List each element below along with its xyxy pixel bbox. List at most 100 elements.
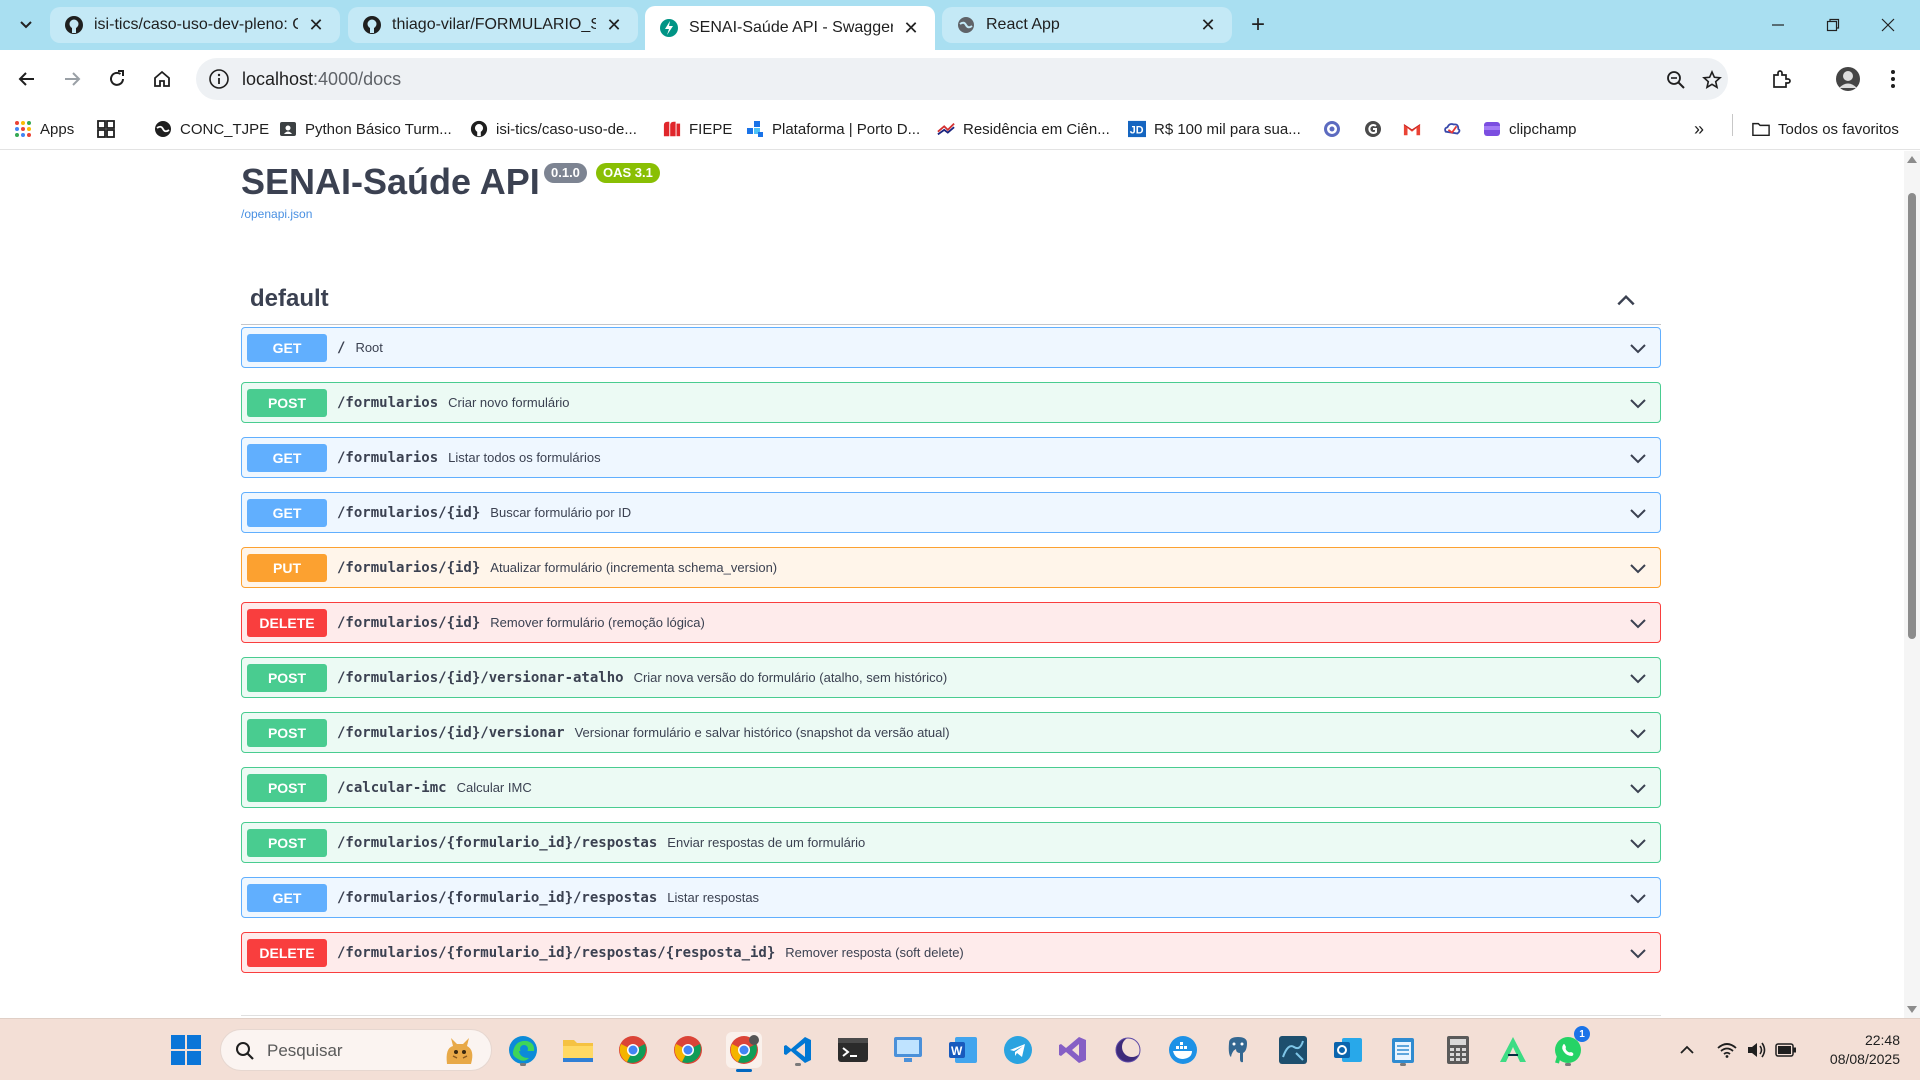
file-explorer-app[interactable] (560, 1032, 596, 1068)
battery-status[interactable] (1775, 1039, 1797, 1061)
chevron-down-icon[interactable] (1628, 393, 1648, 413)
chrome-app-2[interactable] (670, 1032, 706, 1068)
zoom-icon[interactable] (1664, 68, 1688, 92)
outlook-app[interactable] (1330, 1032, 1366, 1068)
openapi-spec-link[interactable]: /openapi.json (241, 207, 312, 221)
operation-get-formulario-by-id[interactable]: GET /formularios/{id} Buscar formulário … (241, 492, 1661, 533)
operation-post-respostas[interactable]: POST /formularios/{formulario_id}/respos… (241, 822, 1661, 863)
chevron-down-icon[interactable] (1628, 723, 1648, 743)
start-button[interactable] (170, 1034, 202, 1066)
chevron-down-icon[interactable] (1628, 778, 1648, 798)
visual-studio-app[interactable] (1055, 1032, 1091, 1068)
edge-app[interactable] (505, 1032, 541, 1068)
chrome-app-1[interactable] (615, 1032, 651, 1068)
back-button[interactable] (12, 64, 42, 94)
bookmark-tab-groups[interactable] (97, 117, 123, 141)
docker-app[interactable] (1165, 1032, 1201, 1068)
chevron-down-icon[interactable] (1628, 558, 1648, 578)
bookmark-conc-tjpe[interactable]: CONC_TJPE (154, 117, 269, 141)
close-icon[interactable]: ✕ (1198, 15, 1218, 35)
bookmark-settings-badge[interactable] (1323, 117, 1349, 141)
bookmark-grammarly[interactable] (1364, 117, 1390, 141)
wifi-status[interactable] (1716, 1039, 1738, 1061)
chevron-down-icon[interactable] (1628, 503, 1648, 523)
chevron-down-icon[interactable] (1628, 668, 1648, 688)
chevron-down-icon[interactable] (1628, 338, 1648, 358)
bookmark-clipchamp[interactable]: clipchamp (1483, 117, 1577, 141)
chevron-down-icon[interactable] (1628, 448, 1648, 468)
close-icon[interactable]: ✕ (901, 18, 921, 38)
operation-post-versionar-atalho[interactable]: POST /formularios/{id}/versionar-atalho … (241, 657, 1661, 698)
chevron-down-icon (20, 21, 32, 29)
terminal-app[interactable] (835, 1032, 871, 1068)
tab-0[interactable]: isi-tics/caso-uso-dev-pleno: Ca ✕ (50, 7, 340, 43)
close-icon[interactable]: ✕ (604, 15, 624, 35)
operation-post-versionar[interactable]: POST /formularios/{id}/versionar Version… (241, 712, 1661, 753)
chevron-down-icon[interactable] (1628, 613, 1648, 633)
profile-button[interactable] (1833, 64, 1863, 94)
operation-delete-formulario[interactable]: DELETE /formularios/{id} Remover formulá… (241, 602, 1661, 643)
forward-button[interactable] (57, 64, 87, 94)
bookmark-nuvem[interactable] (1443, 117, 1469, 141)
tab-1[interactable]: thiago-vilar/FORMULARIO_SEN ✕ (348, 7, 638, 43)
tab-search-button[interactable] (12, 11, 40, 39)
calculator-app[interactable] (1440, 1032, 1476, 1068)
whatsapp-app[interactable]: 1 (1550, 1026, 1590, 1068)
bookmark-fiepe[interactable]: FIEPE (663, 117, 732, 141)
minimize-button[interactable] (1758, 10, 1798, 40)
android-studio-app[interactable] (1495, 1032, 1531, 1068)
menu-button[interactable] (1878, 64, 1908, 94)
scrollbar-thumb[interactable] (1908, 193, 1916, 639)
tab-3[interactable]: React App ✕ (942, 7, 1232, 43)
operation-get-root[interactable]: GET / Root (241, 327, 1661, 368)
section-header-default[interactable]: default (241, 275, 1661, 325)
tab-2-active[interactable]: SENAI-Saúde API - Swagger UI ✕ (645, 6, 935, 50)
operation-put-formulario[interactable]: PUT /formularios/{id} Atualizar formulár… (241, 547, 1661, 588)
operation-post-calcular-imc[interactable]: POST /calcular-imc Calcular IMC (241, 767, 1661, 808)
url-text[interactable]: localhost:4000/docs (242, 69, 401, 90)
operation-get-formularios[interactable]: GET /formularios Listar todos os formulá… (241, 437, 1661, 478)
bookmark-apps[interactable]: Apps (14, 117, 74, 141)
mysql-workbench-app[interactable] (1275, 1032, 1311, 1068)
operation-delete-resposta[interactable]: DELETE /formularios/{formulario_id}/resp… (241, 932, 1661, 973)
home-button[interactable] (147, 64, 177, 94)
page-scrollbar[interactable] (1904, 151, 1920, 1018)
chevron-down-icon[interactable] (1628, 833, 1648, 853)
show-hidden-icons-button[interactable] (1676, 1039, 1698, 1061)
eclipse-app[interactable] (1110, 1032, 1146, 1068)
reload-button[interactable] (102, 64, 132, 94)
notepad-app[interactable] (1385, 1032, 1421, 1068)
scroll-down-icon[interactable] (1907, 1006, 1917, 1013)
bookmark-python-basico[interactable]: Python Básico Turm... (279, 117, 452, 141)
bookmark-isi-tics[interactable]: isi-tics/caso-uso-de... (470, 117, 637, 141)
operation-get-respostas[interactable]: GET /formularios/{formulario_id}/respost… (241, 877, 1661, 918)
chrome-app-3-active[interactable] (726, 1032, 762, 1072)
close-window-button[interactable] (1868, 10, 1908, 40)
vscode-app[interactable] (780, 1032, 816, 1068)
bookmark-jd[interactable]: JD R$ 100 mil para sua... (1128, 117, 1301, 141)
taskbar-search[interactable]: Pesquisar (220, 1029, 492, 1071)
chevron-down-icon[interactable] (1628, 943, 1648, 963)
telegram-app[interactable] (1000, 1032, 1036, 1068)
scroll-up-icon[interactable] (1907, 156, 1917, 163)
site-info-icon[interactable] (208, 68, 230, 90)
chevron-up-icon[interactable] (1615, 289, 1637, 311)
extensions-button[interactable] (1766, 64, 1796, 94)
system-clock[interactable]: 22:48 08/08/2025 (1810, 1031, 1900, 1069)
close-icon[interactable]: ✕ (306, 15, 326, 35)
bookmark-star-icon[interactable] (1700, 68, 1724, 92)
word-app[interactable]: W (945, 1032, 981, 1068)
chevron-down-icon[interactable] (1628, 888, 1648, 908)
bookmark-gmail[interactable] (1403, 117, 1429, 141)
address-bar[interactable]: localhost:4000/docs (196, 58, 1728, 100)
all-bookmarks-folder[interactable]: Todos os favoritos (1752, 117, 1899, 141)
bookmark-porto-digital[interactable]: Plataforma | Porto D... (746, 117, 920, 141)
operation-post-formularios[interactable]: POST /formularios Criar novo formulário (241, 382, 1661, 423)
postgres-app[interactable] (1220, 1032, 1256, 1068)
remote-desktop-app[interactable] (890, 1032, 926, 1068)
new-tab-button[interactable]: + (1245, 11, 1271, 38)
restore-button[interactable] (1813, 10, 1853, 40)
bookmark-residencia[interactable]: Residência em Ciên... (937, 117, 1110, 141)
volume-status[interactable] (1745, 1039, 1767, 1061)
more-bookmarks-button[interactable]: » (1694, 117, 1704, 141)
